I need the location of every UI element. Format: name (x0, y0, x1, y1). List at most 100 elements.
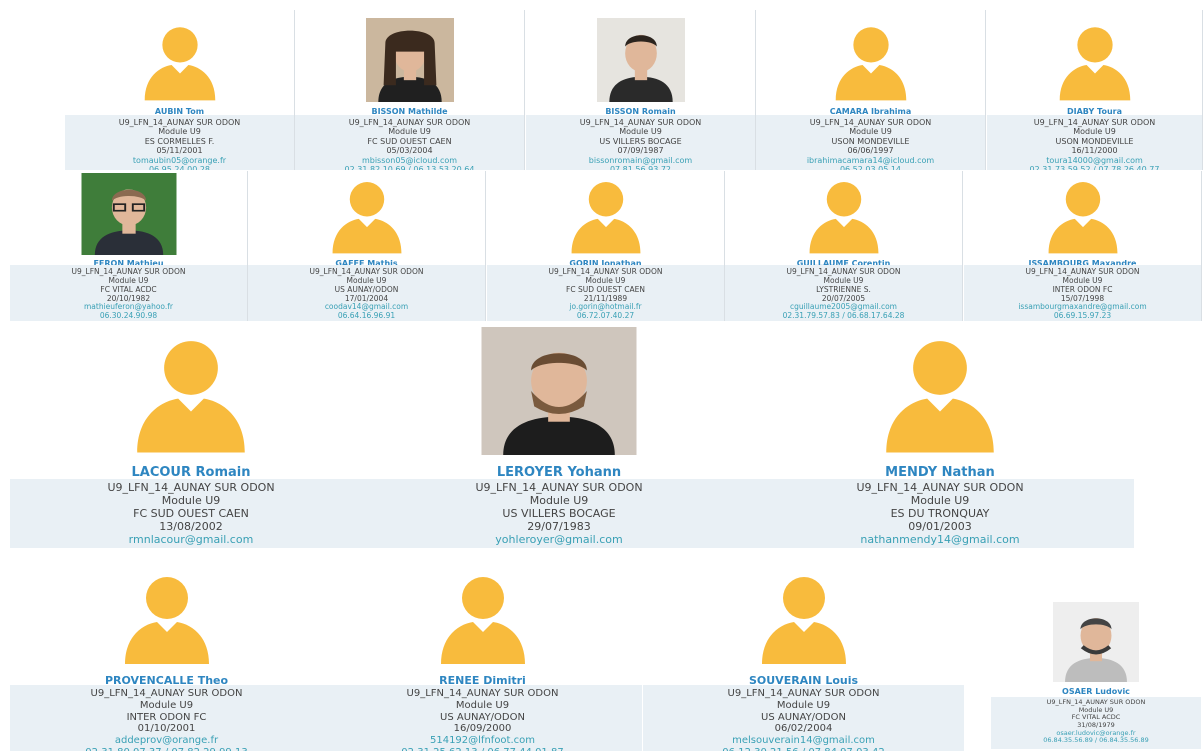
person-name[interactable]: LACOUR Romain (10, 465, 372, 480)
birth-date: 09/01/2003 (908, 519, 972, 533)
silhouette-icon (332, 182, 401, 254)
contact-info: U9_LFN_14_AUNAY SUR ODON Module U9 US VI… (372, 479, 746, 548)
team-name: U9_LFN_14_AUNAY SUR ODON (579, 118, 702, 127)
email-link[interactable]: rmnlacour@gmail.com (10, 533, 372, 547)
contact-card: SOUVERAIN Louis U9_LFN_14_AUNAY SUR ODON… (643, 548, 964, 751)
module-name: Module U9 (529, 493, 589, 507)
module-name: Module U9 (455, 699, 510, 711)
silhouette-icon (809, 182, 878, 254)
email-link[interactable]: 514192@lfnfoot.com (323, 735, 642, 747)
contact-card: PROVENCALLE Theo U9_LFN_14_AUNAY SUR ODO… (10, 548, 323, 751)
profile-photo (418, 566, 548, 666)
phone-link[interactable]: 02.31.82.10.69 / 06.13.53.20.64 (295, 165, 524, 170)
contact-info: U9_LFN_14_AUNAY SUR ODON Module U9 USON … (987, 115, 1202, 170)
contact-card: LEROYER Yohann U9_LFN_14_AUNAY SUR ODON … (372, 322, 746, 548)
birth-date: 07/09/1987 (617, 146, 664, 156)
profile-photo (799, 173, 889, 255)
contact-info: U9_LFN_14_AUNAY SUR ODON Module U9 FC VI… (991, 697, 1201, 749)
profile-photo (102, 566, 232, 666)
silhouette-icon (1059, 27, 1130, 101)
phone-link[interactable]: 06.72.07.40.27 (487, 311, 724, 321)
phone-link[interactable]: 06.12.30.21.56 / 07.84.97.03.42 (643, 747, 964, 751)
phone-link[interactable]: 02.31.73.59.52 / 07.78.26.40.77 (987, 165, 1202, 170)
contact-info: U9_LFN_14_AUNAY SUR ODON Module U9 US AU… (323, 685, 642, 751)
email-link[interactable]: toura14000@gmail.com (987, 156, 1202, 165)
silhouette-icon (137, 341, 245, 453)
phone-link[interactable]: 02.31.79.57.83 / 06.68.17.64.28 (725, 311, 962, 321)
phone-link[interactable]: 06.84.35.56.89 / 06.84.35.56.89 (991, 737, 1201, 745)
phone-link[interactable]: 06.30.24.90.98 (10, 311, 247, 321)
contact-info: U9_LFN_14_AUNAY SUR ODON Module U9 FC VI… (10, 265, 247, 321)
team-name: U9_LFN_14_AUNAY SUR ODON (727, 688, 880, 699)
email-link[interactable]: nathanmendy14@gmail.com (746, 533, 1134, 547)
contact-card: RENEE Dimitri U9_LFN_14_AUNAY SUR ODON M… (323, 548, 642, 751)
team-name: U9_LFN_14_AUNAY SUR ODON (1033, 118, 1156, 127)
email-link[interactable]: melsouverain14@gmail.com (643, 735, 964, 747)
contact-info: U9_LFN_14_AUNAY SUR ODON Module U9 US AU… (643, 685, 964, 751)
contact-card: LACOUR Romain U9_LFN_14_AUNAY SUR ODON M… (10, 322, 372, 548)
portrait-man-glasses (81, 173, 176, 255)
birth-date: 05/03/2004 (386, 146, 433, 156)
club-name: ES CORMELLES F. (144, 136, 215, 146)
profile-photo (829, 18, 913, 102)
birth-date: 16/11/2000 (1071, 146, 1118, 156)
profile-photo (1053, 602, 1139, 682)
profile-photo (866, 327, 1014, 455)
contact-card: CAMARA Ibrahima U9_LFN_14_AUNAY SUR ODON… (756, 10, 986, 170)
person-name[interactable]: OSAER Ludovic (991, 687, 1201, 696)
email-link[interactable]: addeprov@orange.fr (10, 735, 323, 747)
contact-card: BISSON Romain U9_LFN_14_AUNAY SUR ODON M… (526, 10, 756, 170)
contact-info: U9_LFN_14_AUNAY SUR ODON Module U9 INTER… (964, 265, 1201, 321)
phone-link[interactable]: 02.31.80.07.37 / 07.82.29.99.13 (10, 747, 323, 751)
team-name: U9_LFN_14_AUNAY SUR ODON (348, 118, 471, 127)
contact-info: U9_LFN_14_AUNAY SUR ODON Module U9 USON … (756, 115, 985, 170)
contact-card: FERON Mathieu U9_LFN_14_AUNAY SUR ODON M… (10, 171, 248, 321)
phone-link[interactable]: 06.69.15.97.23 (964, 311, 1201, 321)
team-name: U9_LFN_14_AUNAY SUR ODON (809, 118, 932, 127)
contact-info: U9_LFN_14_AUNAY SUR ODON Module U9 ES DU… (746, 479, 1134, 548)
profile-photo (365, 18, 454, 102)
silhouette-icon (886, 341, 994, 453)
profile-photo (481, 327, 637, 455)
team-name: U9_LFN_14_AUNAY SUR ODON (406, 688, 559, 699)
club-name: USON MONDEVILLE (1055, 136, 1134, 146)
portrait-man (596, 18, 685, 102)
birth-date: 06/02/2004 (774, 723, 833, 735)
module-name: Module U9 (776, 699, 831, 711)
contact-card: GUILLAUME Corentin U9_LFN_14_AUNAY SUR O… (725, 171, 963, 321)
module-name: Module U9 (849, 127, 892, 137)
profile-photo (1053, 18, 1137, 102)
phone-link[interactable]: 06.52.03.05.14 (756, 165, 985, 170)
profile-photo (561, 173, 651, 255)
birth-date: 13/08/2002 (159, 519, 223, 533)
profile-photo (138, 18, 222, 102)
contact-card: DIABY Toura U9_LFN_14_AUNAY SUR ODON Mod… (987, 10, 1203, 170)
phone-link[interactable]: 07.81.56.93.72 (526, 165, 755, 170)
phone-link[interactable]: 02.31.25.62.13 / 06.77.44.01.87 (323, 747, 642, 751)
phone-link[interactable]: 06.64.16.96.91 (248, 311, 485, 321)
profile-photo (81, 173, 176, 255)
email-link[interactable]: ibrahimacamara14@icloud.com (756, 156, 985, 165)
club-name: INTER ODON FC (126, 711, 207, 723)
team-name: U9_LFN_14_AUNAY SUR ODON (118, 118, 241, 127)
portrait-man-beard (481, 327, 637, 455)
phone-link[interactable]: 06.95.24.00.28 (65, 165, 294, 170)
email-link[interactable]: mbisson05@icloud.com (295, 156, 524, 165)
birth-date: 29/07/1983 (527, 519, 591, 533)
person-name[interactable]: LEROYER Yohann (372, 465, 746, 480)
email-link[interactable]: tomaubin05@orange.fr (65, 156, 294, 165)
silhouette-icon (761, 577, 846, 664)
module-name: Module U9 (910, 493, 970, 507)
club-name: FC SUD OUEST CAEN (133, 506, 249, 520)
module-name: Module U9 (139, 699, 194, 711)
module-name: Module U9 (388, 127, 431, 137)
email-link[interactable]: yohleroyer@gmail.com (372, 533, 746, 547)
person-name[interactable]: MENDY Nathan (746, 465, 1134, 480)
email-link[interactable]: bissonromain@gmail.com (526, 156, 755, 165)
club-name: US VILLERS BOCAGE (599, 136, 682, 146)
module-name: Module U9 (1073, 127, 1116, 137)
club-name: USON MONDEVILLE (831, 136, 910, 146)
contact-info: U9_LFN_14_AUNAY SUR ODON Module U9 FC SU… (487, 265, 724, 321)
portrait-woman (365, 18, 454, 102)
team-name: U9_LFN_14_AUNAY SUR ODON (90, 688, 243, 699)
